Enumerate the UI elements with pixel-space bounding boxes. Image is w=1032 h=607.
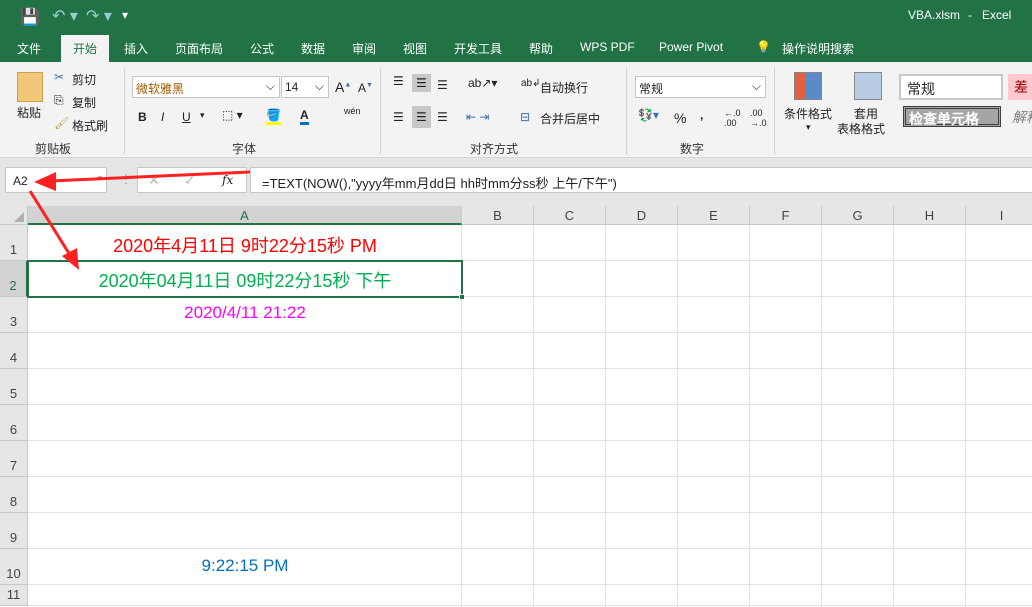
arrow-to-name-box	[49, 170, 251, 183]
annotation-arrows	[28, 170, 251, 270]
arrowhead-cell-a2	[62, 248, 79, 270]
arrowhead-name-box	[34, 172, 56, 191]
arrow-to-cell-a2	[28, 190, 72, 256]
